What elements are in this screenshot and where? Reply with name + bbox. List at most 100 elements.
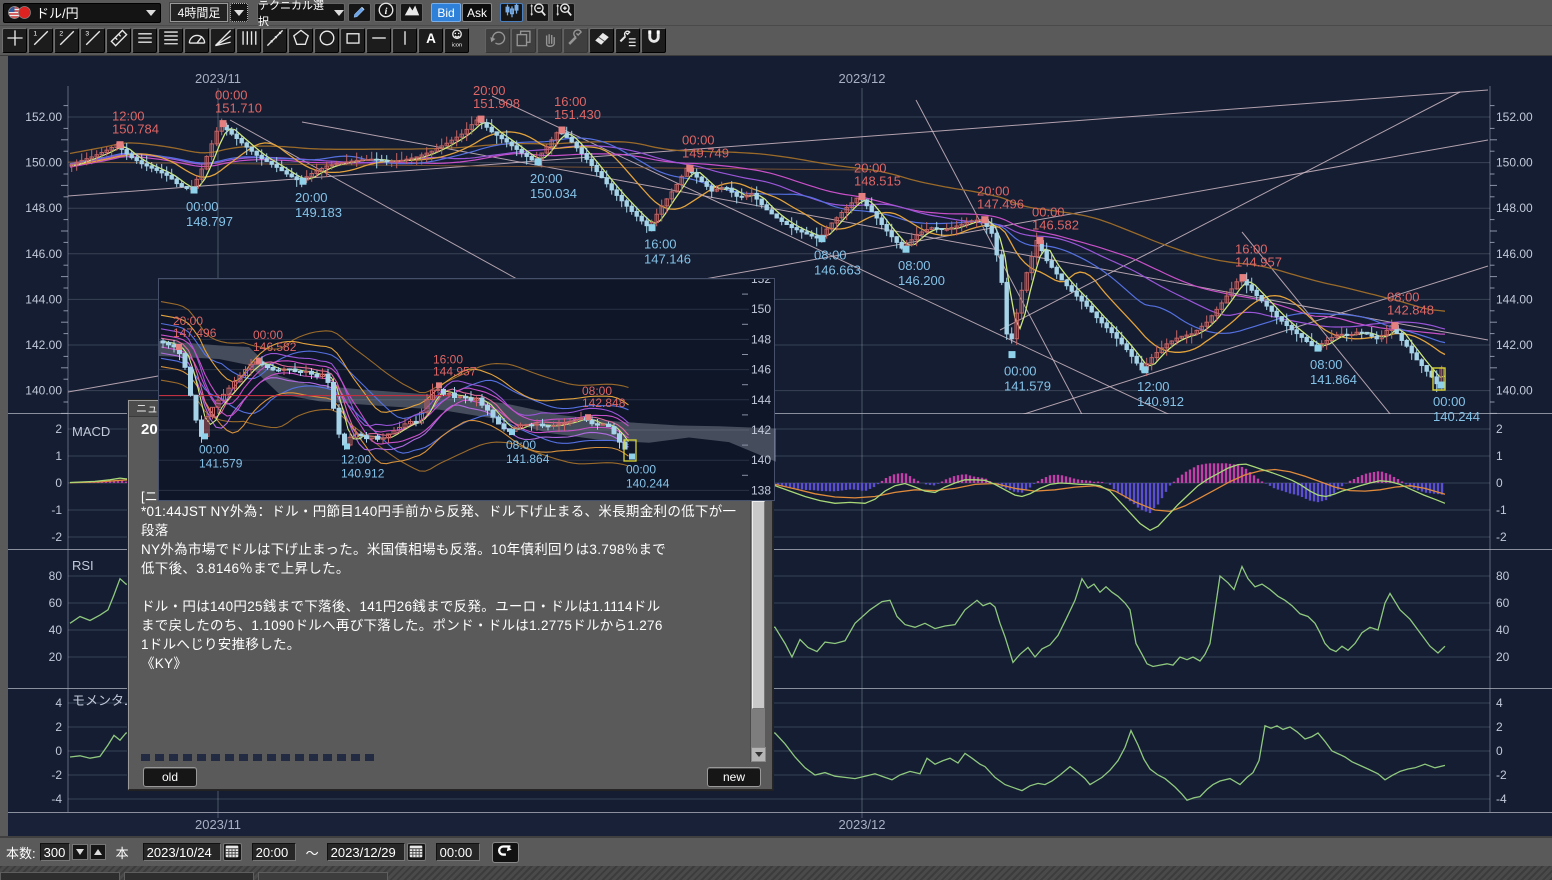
- count-down-button[interactable]: [72, 844, 88, 860]
- svg-text:00:00: 00:00: [186, 199, 219, 214]
- zoom-in-icon: [555, 1, 573, 24]
- old-button[interactable]: old: [143, 767, 197, 787]
- tool-pentagon-button[interactable]: [288, 28, 313, 53]
- svg-text:150.784: 150.784: [112, 122, 159, 137]
- tool-copy-button[interactable]: [511, 28, 536, 53]
- tool-circle-button[interactable]: [314, 28, 339, 53]
- tool-gauge-button[interactable]: [184, 28, 209, 53]
- count-up-button[interactable]: [90, 844, 106, 860]
- tool-rectangle-button[interactable]: [340, 28, 365, 53]
- taskbar-tab[interactable]: [0, 872, 120, 880]
- news-line: 1ドルへじり安推移した。: [141, 635, 736, 654]
- draw-pencil-button[interactable]: [348, 3, 371, 22]
- svg-text:142: 142: [751, 423, 771, 437]
- taskbar-tab[interactable]: [124, 872, 254, 880]
- chevron-down-icon: [334, 10, 344, 16]
- tool-settings-list-button[interactable]: [615, 28, 640, 53]
- chevron-down-icon: [146, 10, 156, 16]
- svg-text:151.908: 151.908: [473, 96, 520, 111]
- tool-ruler-button[interactable]: [106, 28, 131, 53]
- news-truncated-line: [141, 754, 376, 761]
- zoom-out-button[interactable]: [526, 3, 549, 22]
- svg-text:A: A: [426, 31, 436, 46]
- time-to-input[interactable]: [436, 843, 480, 861]
- svg-text:00:00: 00:00: [1433, 394, 1466, 409]
- tool-angle-line-button[interactable]: [262, 28, 287, 53]
- tool-eraser-button[interactable]: [589, 28, 614, 53]
- tool-text-button[interactable]: A: [418, 28, 443, 53]
- tool-hand-button[interactable]: [537, 28, 562, 53]
- tool-undo-pencil-button[interactable]: [485, 28, 510, 53]
- svg-text:144.00: 144.00: [25, 292, 62, 306]
- svg-text:2023/11: 2023/11: [195, 71, 241, 86]
- taskbar-tab[interactable]: [258, 872, 388, 880]
- drawing-toolbar: 1 2 3 Aicon: [0, 26, 1552, 56]
- svg-text:-4: -4: [1496, 792, 1507, 806]
- svg-text:140.00: 140.00: [1496, 384, 1533, 398]
- chart-style-button[interactable]: [500, 3, 523, 22]
- time-from-input[interactable]: [252, 843, 296, 861]
- tool-v-segment-button[interactable]: [392, 28, 417, 53]
- tool-fan-lines-button[interactable]: [210, 28, 235, 53]
- svg-text:20: 20: [1496, 650, 1510, 664]
- svg-text:150.00: 150.00: [1496, 156, 1533, 170]
- trading-app-window: ドル/円 4時間足 テクニカル選択 i Bid Ask 1 2 3 Aicon 12:…: [0, 0, 1552, 880]
- date-from-input[interactable]: [143, 843, 221, 861]
- tool-wrench-button[interactable]: [563, 28, 588, 53]
- svg-text:142.848: 142.848: [582, 396, 626, 410]
- new-button[interactable]: new: [707, 767, 761, 787]
- technical-select-button[interactable]: テクニカル選択: [257, 3, 345, 22]
- tool-h-lines-4-button[interactable]: [158, 28, 183, 53]
- svg-text:2023/11: 2023/11: [195, 817, 241, 832]
- triangle-down-icon: [76, 849, 84, 855]
- tool-trendline-2-button[interactable]: 2: [54, 28, 79, 53]
- news-scrollbar-thumb[interactable]: [752, 501, 765, 709]
- currency-pair-select[interactable]: ドル/円: [3, 3, 161, 23]
- tool-icon-stamp-button[interactable]: icon: [444, 28, 469, 53]
- svg-text:140.244: 140.244: [626, 477, 670, 491]
- inset-chart-svg: 15215014814614414214013820:00147.49600:0…: [159, 279, 776, 502]
- rectangle-icon: [342, 27, 364, 54]
- tool-h-lines-3-button[interactable]: [132, 28, 157, 53]
- tool-magnet-button[interactable]: [641, 28, 666, 53]
- tool-trendline-1-button[interactable]: 1: [28, 28, 53, 53]
- tool-trendline-3-button[interactable]: 3: [80, 28, 105, 53]
- svg-text:1: 1: [33, 30, 37, 37]
- bar-count-input[interactable]: [40, 843, 70, 861]
- svg-text:80: 80: [49, 569, 63, 583]
- svg-text:2023/12: 2023/12: [839, 71, 886, 86]
- svg-text:148: 148: [751, 332, 771, 346]
- date-to-input[interactable]: [327, 843, 405, 861]
- bid-button[interactable]: Bid: [431, 3, 461, 22]
- svg-text:08:00: 08:00: [506, 438, 536, 452]
- calendar-from-button[interactable]: [223, 843, 242, 861]
- info-button[interactable]: i: [374, 3, 397, 22]
- news-body-text: *01:44JST NY外為：ドル・円節目140円手前から反発、ドル下げ止まる、…: [141, 502, 736, 673]
- reload-range-button[interactable]: [492, 842, 519, 863]
- svg-text:80: 80: [1496, 569, 1510, 583]
- ruler-icon: [108, 27, 130, 54]
- svg-text:12:00: 12:00: [341, 452, 371, 466]
- ask-button[interactable]: Ask: [462, 3, 492, 22]
- svg-text:148.00: 148.00: [1496, 201, 1533, 215]
- news-line: *01:44JST NY外為：ドル・円節目140円手前から反発、ドル下げ止まる、…: [141, 502, 736, 521]
- tool-crosshair-button[interactable]: [2, 28, 27, 53]
- svg-text:2: 2: [59, 30, 63, 37]
- tool-h-segment-button[interactable]: [366, 28, 391, 53]
- news-line: 低下後、3.8146％まで上昇した。: [141, 559, 736, 578]
- svg-text:151.710: 151.710: [215, 101, 262, 116]
- copy-icon: [513, 27, 535, 54]
- svg-text:08:00: 08:00: [898, 258, 931, 273]
- tool-v-lines-button[interactable]: [236, 28, 261, 53]
- timeframe-dropdown-button[interactable]: [230, 3, 248, 22]
- timeframe-select[interactable]: 4時間足: [170, 3, 228, 22]
- svg-text:152.00: 152.00: [25, 110, 62, 124]
- svg-text:60: 60: [49, 596, 63, 610]
- zoom-in-button[interactable]: [552, 3, 575, 22]
- calendar-to-button[interactable]: [407, 843, 426, 861]
- area-chart-button[interactable]: [400, 3, 423, 22]
- inset-zoom-chart[interactable]: 15215014814614414214013820:00147.49600:0…: [158, 278, 775, 501]
- svg-text:144.957: 144.957: [433, 364, 477, 378]
- svg-text:-2: -2: [1496, 768, 1507, 782]
- scroll-down-button[interactable]: [751, 747, 766, 762]
